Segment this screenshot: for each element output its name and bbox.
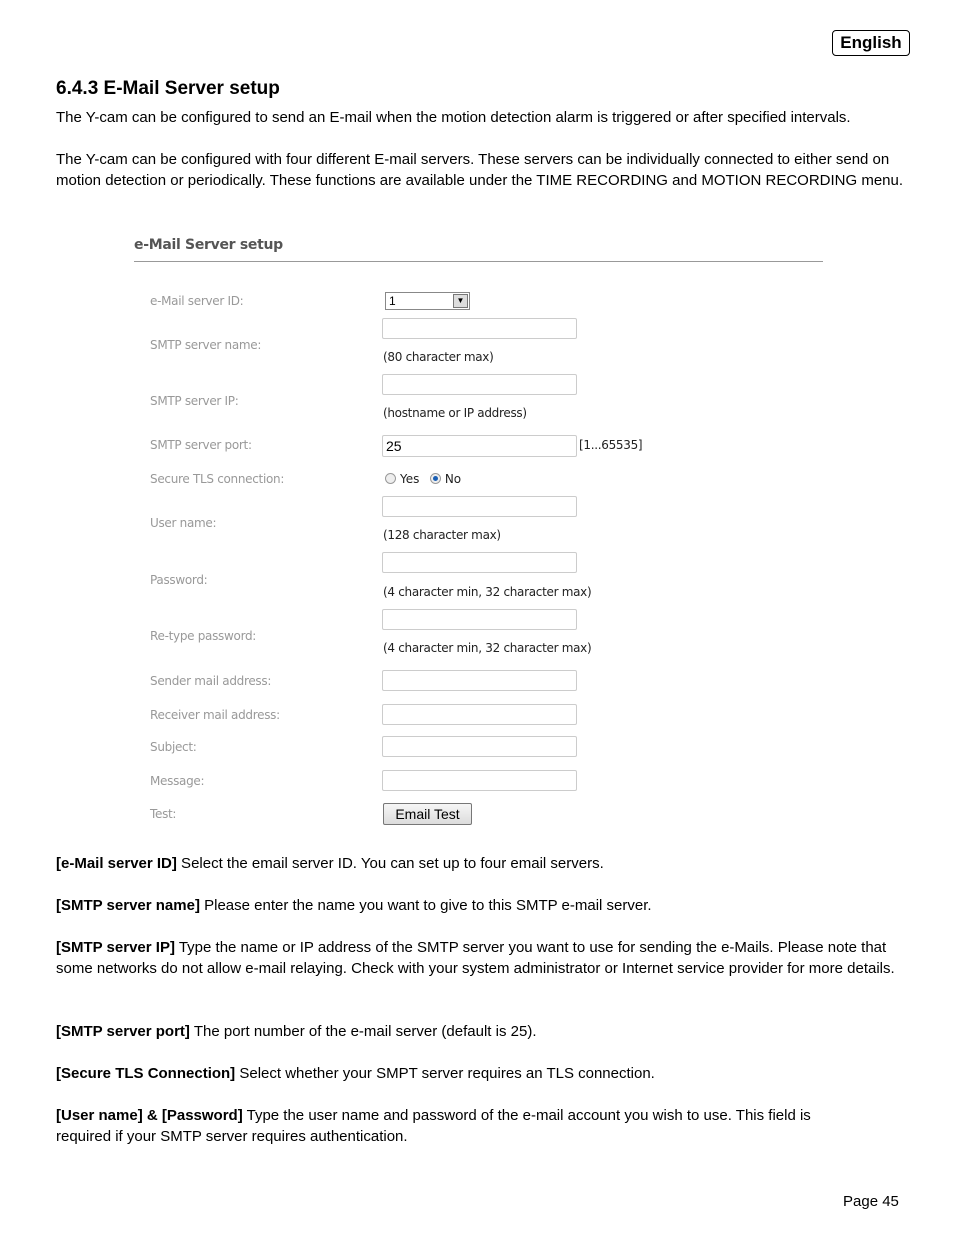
retype-password-input[interactable] (382, 609, 577, 630)
test-label: Test: (150, 807, 177, 821)
desc-smtp-name: [SMTP server name] Please enter the name… (56, 897, 652, 914)
desc-smtp-port: [SMTP server port] The port number of th… (56, 1023, 537, 1040)
smtp-server-ip-hint: (hostname or IP address) (383, 406, 527, 420)
smtp-port-input[interactable]: 25 (382, 435, 577, 457)
receiver-label: Receiver mail address: (150, 708, 280, 722)
tls-radio-group: Yes No (385, 470, 467, 488)
smtp-server-name-input[interactable] (382, 318, 577, 339)
tls-yes-radio[interactable] (385, 473, 396, 485)
subject-label: Subject: (150, 740, 197, 754)
user-name-input[interactable] (382, 496, 577, 517)
password-hint: (4 character min, 32 character max) (383, 585, 592, 599)
user-name-label: User name: (150, 516, 217, 530)
intro-paragraph-2: The Y-cam can be configured with four di… (56, 151, 904, 189)
desc-user-password: [User name] & [Password] Type the user n… (56, 1107, 811, 1145)
section-title: 6.4.3 E-Mail Server setup (56, 78, 280, 99)
password-input[interactable] (382, 552, 577, 573)
language-badge: English (832, 30, 910, 56)
page-number: Page 45 (843, 1193, 899, 1210)
message-label: Message: (150, 774, 205, 788)
subject-input[interactable] (382, 736, 577, 757)
intro-paragraph-1: The Y-cam can be configured to send an E… (56, 109, 851, 126)
smtp-server-name-hint: (80 character max) (383, 350, 494, 364)
password-label: Password: (150, 573, 208, 587)
sender-label: Sender mail address: (150, 674, 272, 688)
user-name-hint: (128 character max) (383, 528, 501, 542)
retype-password-label: Re-type password: (150, 629, 257, 643)
server-id-select[interactable]: 1 ▼ (385, 292, 470, 310)
sender-input[interactable] (382, 670, 577, 691)
smtp-server-ip-label: SMTP server IP: (150, 394, 239, 408)
form-title: e-Mail Server setup (134, 237, 283, 253)
desc-smtp-ip: [SMTP server IP] Type the name or IP add… (56, 939, 895, 977)
message-input[interactable] (382, 770, 577, 791)
smtp-port-label: SMTP server port: (150, 438, 252, 452)
desc-server-id: [e-Mail server ID] Select the email serv… (56, 855, 604, 872)
form-divider (134, 261, 823, 262)
smtp-server-ip-input[interactable] (382, 374, 577, 395)
tls-no-radio[interactable] (429, 473, 441, 485)
receiver-input[interactable] (382, 704, 577, 725)
tls-label: Secure TLS connection: (150, 472, 285, 486)
smtp-port-range: [1...65535] (579, 438, 643, 452)
smtp-server-name-label: SMTP server name: (150, 338, 262, 352)
retype-password-hint: (4 character min, 32 character max) (383, 641, 592, 655)
chevron-down-icon: ▼ (453, 294, 468, 308)
email-test-button[interactable]: Email Test (383, 803, 472, 825)
desc-tls: [Secure TLS Connection] Select whether y… (56, 1065, 655, 1082)
server-id-label: e-Mail server ID: (150, 294, 244, 308)
